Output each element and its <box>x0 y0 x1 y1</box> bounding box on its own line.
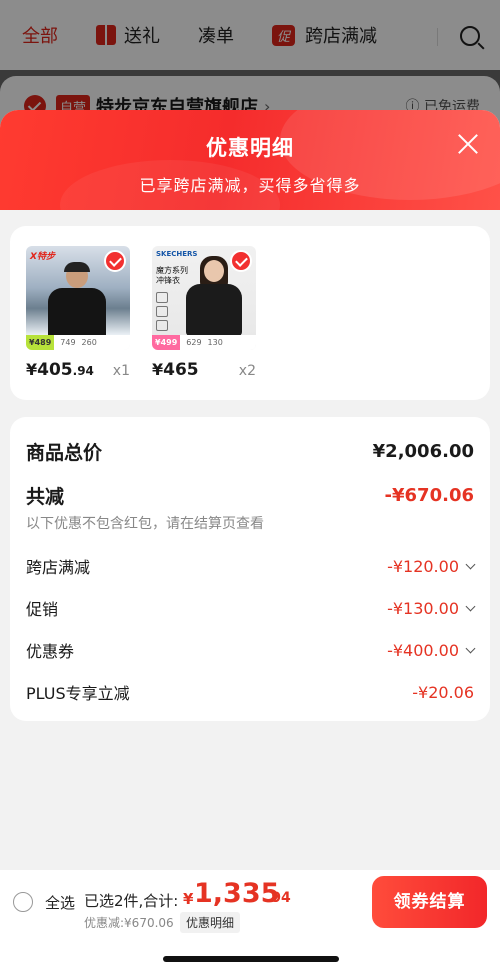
select-all-checkbox[interactable] <box>13 892 33 912</box>
discount-row-cross-store[interactable]: 跨店满减 -¥120.00 <box>26 545 476 587</box>
brand-logo: SKECHERS <box>156 250 198 258</box>
price-tag: ¥489 <box>26 335 55 350</box>
product-qty: x2 <box>238 363 256 379</box>
price-tag: ¥499 <box>152 335 181 350</box>
chevron-down-icon[interactable] <box>465 601 476 611</box>
currency-symbol: ¥ <box>26 360 38 379</box>
summary-card: 商品总价 ¥2,006.00 共减 -¥670.06 以下优惠不包含红包，请在结… <box>10 417 490 721</box>
chevron-down-icon[interactable] <box>465 643 476 653</box>
total-value: ¥2,006.00 <box>372 440 474 462</box>
product-price-int: 405 <box>37 360 73 380</box>
product-price-dec: .94 <box>72 364 94 378</box>
tagline-line: 冲锋衣 <box>156 276 180 285</box>
price-summary: 商品总价 ¥2,006.00 共减 -¥670.06 以下优惠不包含红包，请在结… <box>0 417 500 721</box>
product-photo <box>48 262 106 336</box>
discount-row-coupon[interactable]: 优惠券 -¥400.00 <box>26 629 476 671</box>
discount-total-row: 共减 -¥670.06 <box>26 481 474 509</box>
tagline-line: 魔方系列 <box>156 266 188 275</box>
chevron-down-icon[interactable] <box>465 559 476 569</box>
mini-price: 629 <box>186 338 202 347</box>
select-all-label[interactable]: 全选 <box>45 892 75 913</box>
home-indicator[interactable] <box>163 956 339 962</box>
mini-price: 749 <box>60 338 76 347</box>
sheet-subtitle: 已享跨店满减，买得多省得多 <box>139 176 361 195</box>
selected-check-icon[interactable] <box>230 250 252 272</box>
price-strip: ¥499 629 130 <box>152 335 256 350</box>
discount-label: PLUS专享立减 <box>26 684 130 703</box>
product-item[interactable]: SKECHERS 魔方系列 冲锋衣 ¥499 629 130 ¥465 x2 <box>152 246 268 380</box>
discount-value: -¥20.06 <box>412 682 474 702</box>
sheet-title: 优惠明细 <box>206 136 294 160</box>
discount-total-value: -¥670.06 <box>384 484 474 506</box>
product-price-row: ¥405.94 x1 <box>26 360 130 380</box>
checkout-bar: 全选 已选2件,合计: ¥ 1,335 .94 优惠减:¥670.06 优惠明细… <box>0 870 500 976</box>
close-icon[interactable] <box>454 130 482 158</box>
discount-value: -¥130.00 <box>387 598 459 618</box>
brand-logo: X特步 <box>30 252 55 262</box>
checkout-button[interactable]: 领券结算 <box>372 876 487 928</box>
discount-value: -¥400.00 <box>387 640 459 660</box>
discount-value: -¥120.00 <box>387 556 459 576</box>
sheet-header: 优惠明细 已享跨店满减，买得多省得多 <box>0 110 500 210</box>
total-row: 商品总价 ¥2,006.00 <box>26 435 474 467</box>
selected-count: 已选2件,合计: <box>84 892 179 910</box>
discount-note: 以下优惠不包含红包，请在结算页查看 <box>26 516 264 532</box>
feature-icons <box>156 292 168 334</box>
product-price-row: ¥465 x2 <box>152 360 256 380</box>
product-image: X特步 ¥489 749 260 <box>26 246 130 350</box>
discount-label: 促销 <box>26 600 59 619</box>
discount-row-promotion[interactable]: 促销 -¥130.00 <box>26 587 476 629</box>
currency-symbol: ¥ <box>152 360 164 379</box>
total-price-dec: .94 <box>266 890 291 906</box>
discount-summary: 优惠减:¥670.06 <box>84 916 174 930</box>
product-qty: x1 <box>112 363 130 379</box>
discount-label: 优惠券 <box>26 642 75 661</box>
product-list: X特步 ¥489 749 260 ¥405.94 x1 SKECHERS 魔方系… <box>0 226 500 400</box>
product-card: X特步 ¥489 749 260 ¥405.94 x1 SKECHERS 魔方系… <box>10 226 490 400</box>
discount-detail-button[interactable]: 优惠明细 <box>180 912 241 933</box>
price-strip: ¥489 749 260 <box>26 335 130 350</box>
discount-row-plus: PLUS专享立减 -¥20.06 <box>26 671 474 713</box>
total-label: 商品总价 <box>26 441 103 464</box>
product-item[interactable]: X特步 ¥489 749 260 ¥405.94 x1 <box>26 246 142 380</box>
product-price-int: 465 <box>163 360 199 380</box>
selected-check-icon[interactable] <box>104 250 126 272</box>
mini-price: 130 <box>207 338 223 347</box>
discount-detail-sheet: 优惠明细 已享跨店满减，买得多省得多 X特步 ¥489 749 260 ¥405… <box>0 110 500 976</box>
discount-label: 跨店满减 <box>26 558 91 577</box>
product-tagline: 魔方系列 冲锋衣 <box>156 266 188 286</box>
mini-price: 260 <box>81 338 97 347</box>
discount-total-label: 共减 <box>26 485 65 508</box>
total-currency: ¥ <box>183 890 194 908</box>
product-image: SKECHERS 魔方系列 冲锋衣 ¥499 629 130 <box>152 246 256 350</box>
